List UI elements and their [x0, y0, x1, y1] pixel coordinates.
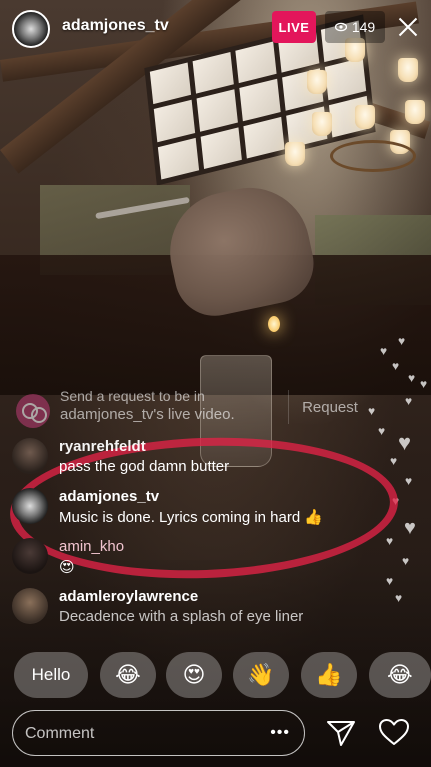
comment-message: 😍: [59, 559, 75, 576]
floating-heart-icon: ♥: [386, 534, 394, 548]
floating-heart-icon: ♥: [398, 334, 406, 348]
floating-heart-icon: ♥: [380, 344, 388, 358]
quick-reply-wave-emoji[interactable]: 👋: [233, 652, 289, 698]
heart-icon[interactable]: [378, 717, 410, 747]
send-icon[interactable]: [325, 716, 357, 748]
floating-heart-icon: ♥: [392, 359, 400, 373]
eye-icon: [334, 22, 347, 32]
thumbs-up-emoji-icon: 👍: [315, 662, 343, 687]
quick-reply-joy-emoji[interactable]: 😂: [369, 652, 431, 698]
joy-emoji-icon: 😂: [115, 662, 141, 687]
avatar[interactable]: [12, 488, 48, 524]
quick-reply-joy-emoji[interactable]: 😂: [100, 652, 156, 698]
chandelier-lamp: [285, 142, 305, 166]
comment-message: Decadence with a splash of eye liner: [59, 608, 304, 625]
users-icon: [16, 394, 50, 428]
live-header: adamjones_tv LIVE 149: [0, 0, 431, 60]
floating-heart-icon: ♥: [398, 430, 412, 455]
comment-username[interactable]: amin_kho: [59, 538, 124, 555]
comment-username[interactable]: adamleroylawrence: [59, 588, 198, 605]
floating-heart-icon: ♥: [395, 591, 403, 605]
comment-input[interactable]: [23, 711, 267, 756]
floating-heart-icon: ♥: [402, 554, 410, 568]
chandelier-lamp: [355, 105, 375, 129]
chandelier-lamp: [405, 100, 425, 124]
avatar[interactable]: [12, 538, 48, 574]
floating-heart-icon: ♥: [420, 377, 428, 391]
floating-heart-icon: ♥: [408, 371, 416, 385]
floating-heart-icon: ♥: [404, 517, 416, 539]
floating-heart-icon: ♥: [390, 454, 398, 468]
request-button[interactable]: Request: [288, 390, 371, 424]
viewer-count-value: 149: [351, 19, 376, 35]
candle-flame: [268, 316, 280, 332]
comment-username[interactable]: ryanrehfeldt: [59, 438, 146, 455]
quick-reply-hello[interactable]: Hello: [14, 652, 88, 698]
avatar[interactable]: [12, 438, 48, 474]
request-line-2: adamjones_tv's live video.: [60, 406, 235, 423]
host-username[interactable]: adamjones_tv: [62, 17, 169, 35]
close-icon[interactable]: [396, 15, 420, 39]
host-avatar[interactable]: [12, 10, 50, 48]
chandelier-frame: [330, 140, 416, 172]
heart-eyes-emoji-icon: 😍: [182, 662, 206, 687]
comment-field[interactable]: •••: [12, 710, 305, 756]
wave-emoji-icon: 👋: [247, 662, 275, 687]
chandelier-lamp: [307, 70, 327, 94]
quick-reply-heart-eyes-emoji[interactable]: 😍: [166, 652, 222, 698]
viewer-count[interactable]: 149: [325, 11, 385, 43]
quick-reply-thumbs-up-emoji[interactable]: 👍: [301, 652, 357, 698]
chandelier-lamp: [312, 112, 332, 136]
floating-heart-icon: ♥: [378, 424, 386, 438]
live-badge: LIVE: [272, 11, 316, 43]
avatar[interactable]: [12, 588, 48, 624]
join-request-row: Send a request to be in adamjones_tv's l…: [10, 388, 375, 432]
floating-heart-icon: ♥: [405, 394, 413, 408]
joy-emoji-icon: 😂: [387, 662, 413, 687]
more-options-icon[interactable]: •••: [270, 724, 290, 742]
chandelier-lamp: [398, 58, 418, 82]
comment-username[interactable]: adamjones_tv: [59, 488, 159, 505]
request-line-1: Send a request to be in: [60, 388, 205, 404]
comment-message: pass the god damn butter: [59, 458, 230, 475]
floating-heart-icon: ♥: [405, 474, 413, 488]
quick-reply-bar: Hello 😂 😍 👋 👍 😂: [14, 652, 431, 700]
floating-heart-icon: ♥: [386, 574, 394, 588]
comment-message: Music is done. Lyrics coming in hard 👍: [59, 509, 324, 526]
